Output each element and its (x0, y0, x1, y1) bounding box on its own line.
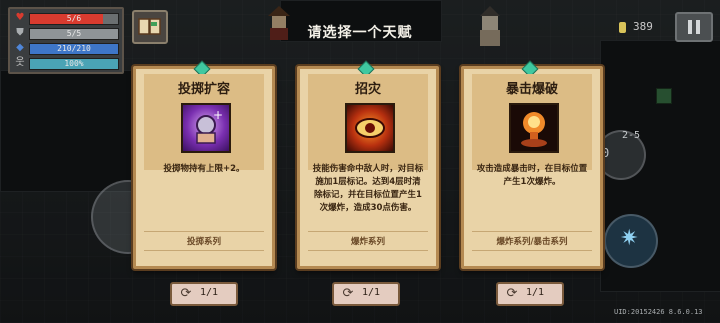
reroll-count: 1/1 (200, 287, 219, 298)
talent-name: 暴击爆破 (505, 82, 558, 97)
reroll-icon: ⟳ (342, 286, 354, 301)
talent-series-tag: 爆炸系列/暴击系列 (496, 237, 568, 247)
talent-book-button[interactable] (132, 10, 168, 44)
coin-icon (619, 22, 626, 33)
hp-text: 5/6 (66, 14, 82, 23)
talent-card-crit-blast[interactable]: 暴击爆破 攻击造成暴击时，在目标位置产生1次爆炸。 爆炸系列/暴击系列 (461, 60, 603, 269)
talent-book-icon (138, 18, 161, 35)
skill-charge-bar: 100% (29, 58, 119, 70)
page-title: 请选择一个天赋 (307, 25, 413, 41)
energy-row: ◆ 210/210 (14, 42, 119, 55)
hp-row: ♥ 5/6 (14, 12, 119, 25)
calamity-eye-icon (345, 103, 395, 153)
skill-row: 웃 100% (14, 57, 119, 70)
heart-icon: ♥ (15, 12, 25, 23)
throw-expand-icon: + (181, 103, 231, 153)
reroll-button[interactable]: ⟳ 1/1 (170, 282, 238, 306)
status-panel: ♥ 5/6 ⛊ 5/5 ◆ 210/210 웃 100% (8, 7, 124, 74)
energy-crystal-icon: ◆ (16, 42, 24, 53)
talent-description: 攻击造成暴击时，在目标位置产生1次爆炸。 (476, 164, 588, 187)
pause-button[interactable] (675, 12, 713, 42)
talent-description: 投掷物持有上限+2。 (163, 164, 245, 174)
skill-charge-text: 100% (64, 59, 84, 68)
skill-figure-icon: 웃 (15, 57, 25, 68)
armor-row: ⛊ 5/5 (14, 27, 119, 40)
shuriken-icon: ✷ (620, 226, 639, 251)
card-footer: 爆炸系列 (308, 231, 428, 251)
uid-version-label: UID:20152426 8.6.0.13 (614, 308, 703, 316)
talent-description: 技能伤害命中敌人时，对目标施加1层标记。达到4层时清除标记，并在目标位置产生1次… (312, 164, 424, 213)
reroll-icon: ⟳ (506, 286, 518, 301)
talent-card-calamity[interactable]: 招灾 技能伤害命中敌人时，对目标施加1层标记。达到4层时清除标记，并在目标位置产… (297, 60, 439, 269)
shield-icon: ⛊ (16, 27, 24, 38)
svg-text:+: + (213, 108, 223, 122)
reroll-count: 1/1 (526, 287, 545, 298)
armor-text: 5/5 (66, 29, 82, 38)
card-footer: 投掷系列 (144, 231, 264, 251)
reroll-button[interactable]: ⟳ 1/1 (496, 282, 564, 306)
card-footer: 爆炸系列/暴击系列 (472, 231, 592, 251)
reroll-button[interactable]: ⟳ 1/1 (332, 282, 400, 306)
talent-series-tag: 投掷系列 (186, 237, 221, 247)
talent-name: 投掷扩容 (177, 82, 230, 97)
talent-name: 招灾 (354, 82, 381, 97)
reroll-count: 1/1 (362, 287, 381, 298)
talent-card-throw-expand[interactable]: 投掷扩容 + 投掷物持有上限+2。 投掷系列 (133, 60, 275, 269)
weapon-switch-button[interactable]: ✷ (604, 214, 658, 268)
coin-counter: 389 (619, 20, 679, 36)
reroll-icon: ⟳ (180, 286, 192, 301)
explosion-icon (509, 103, 559, 153)
hp-bar: 5/6 (29, 13, 119, 25)
pause-icon (688, 20, 700, 34)
energy-text: 210/210 (57, 44, 91, 53)
talent-series-tag: 爆炸系列 (350, 237, 385, 247)
coin-count: 389 (633, 20, 653, 33)
armor-bar: 5/5 (29, 28, 119, 40)
energy-bar: 210/210 (29, 43, 119, 55)
skill-counter: 2-5 (622, 130, 641, 141)
skill-left-count: 0 (602, 146, 610, 160)
